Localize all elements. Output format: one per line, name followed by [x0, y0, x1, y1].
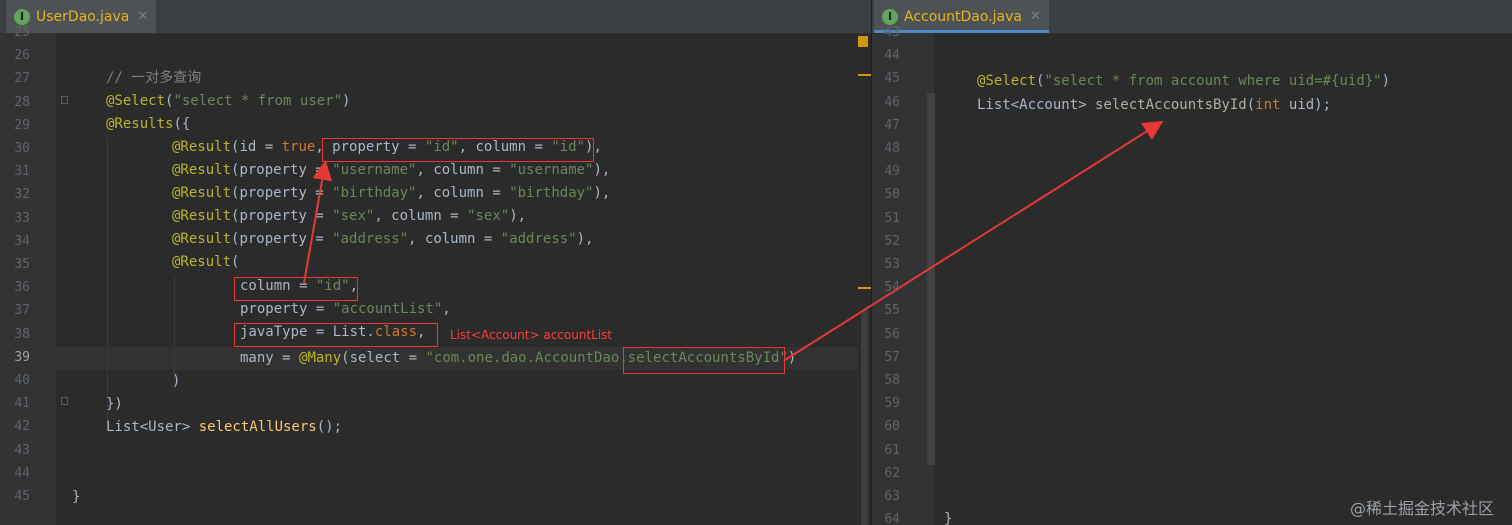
code-line-33: @Result(property = "sex", column = "sex"… — [172, 208, 527, 224]
code-line-27: // 一对多查询 — [106, 70, 202, 86]
code-area[interactable]: @Select("select * from account where uid… — [872, 0, 1512, 525]
code-line-37: property = "accountList", — [240, 301, 451, 317]
code-line-29: @Results({ — [106, 116, 191, 132]
code-line-64: } — [944, 511, 953, 525]
annotation-note: List<Account> accountList — [450, 328, 613, 342]
vertical-scrollbar[interactable] — [861, 310, 868, 525]
highlight-box-column-id — [234, 277, 358, 301]
code-line-42: List<User> selectAllUsers(); — [106, 419, 343, 435]
error-stripe-marker[interactable] — [858, 287, 871, 289]
highlight-box-property-id — [322, 138, 594, 162]
code-line-34: @Result(property = "address", column = "… — [172, 231, 594, 247]
code-line-32: @Result(property = "birthday", column = … — [172, 185, 611, 201]
watermark: @稀土掘金技术社区 — [1349, 499, 1494, 518]
highlight-box-select-method — [623, 347, 785, 374]
userdao-editor[interactable]: I UserDao.java ✕ 25 26 27 28 29 30 31 32 33 34 35 3… — [0, 0, 872, 525]
warning-marker[interactable] — [858, 36, 868, 47]
error-stripe-marker[interactable] — [858, 74, 871, 76]
code-line-40: ) — [172, 373, 181, 389]
code-line-45: @Select("select * from account where uid… — [977, 73, 1391, 89]
code-line-41: }) — [106, 396, 123, 412]
code-line-31: @Result(property = "username", column = … — [172, 162, 611, 178]
accountdao-editor[interactable]: I AccountDao.java ✕ 43 44 45 46 47 48 49 50 51 52… — [872, 0, 1512, 525]
code-area[interactable]: // 一对多查询 @Select("select * from user") @… — [0, 0, 872, 525]
highlight-box-javatype — [234, 323, 438, 347]
code-line-45: } — [72, 489, 81, 505]
code-line-46: List<Account> selectAccountsById(int uid… — [977, 97, 1332, 113]
code-line-28: @Select("select * from user") — [106, 93, 351, 109]
code-line-35: @Result( — [172, 254, 240, 270]
